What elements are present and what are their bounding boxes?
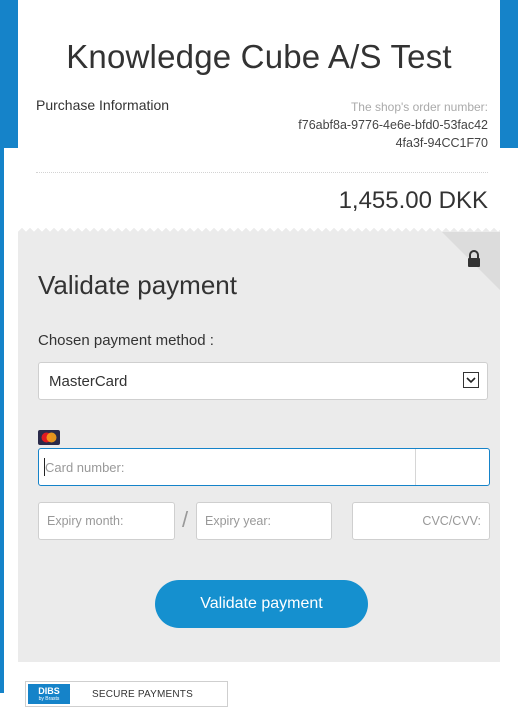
expiry-month-input[interactable]: Expiry month: bbox=[38, 502, 175, 540]
card-number-placeholder: Card number: bbox=[45, 460, 125, 475]
shop-title: Knowledge Cube A/S Test bbox=[66, 38, 452, 75]
dibs-logo-subtext: by Brasts bbox=[38, 696, 60, 702]
payment-method-label: Chosen payment method : bbox=[38, 332, 214, 349]
purchase-info-label: Purchase Information bbox=[36, 97, 170, 113]
card-number-divider bbox=[415, 449, 416, 485]
page-border bbox=[0, 148, 4, 693]
secure-payments-badge: DIBS by Brasts SECURE PAYMENTS bbox=[25, 681, 228, 707]
mastercard-icon bbox=[38, 430, 60, 445]
dibs-logo: DIBS by Brasts bbox=[28, 684, 70, 704]
order-summary-card: Knowledge Cube A/S Test Purchase Informa… bbox=[18, 0, 500, 232]
cvc-input[interactable]: CVC/CVV: bbox=[352, 502, 490, 540]
lock-icon bbox=[468, 250, 480, 267]
chevron-down-icon[interactable] bbox=[463, 372, 479, 388]
payment-method-select[interactable]: MasterCard bbox=[38, 362, 488, 400]
order-number-label: The shop's order number: bbox=[350, 100, 488, 114]
divider bbox=[36, 172, 488, 173]
section-title: Validate payment bbox=[38, 270, 237, 300]
secure-payments-label: SECURE PAYMENTS bbox=[92, 689, 193, 700]
order-number: f76abf8a-9776-4e6e-bfd0-53fac424fa3f-94C… bbox=[298, 118, 488, 150]
zigzag-edge bbox=[18, 226, 500, 234]
cvc-placeholder: CVC/CVV: bbox=[422, 514, 481, 528]
validate-payment-button[interactable]: Validate payment bbox=[155, 580, 368, 628]
selected-method: MasterCard bbox=[49, 373, 128, 390]
payment-form: Validate payment Chosen payment method :… bbox=[18, 226, 500, 662]
expiry-month-placeholder: Expiry month: bbox=[47, 514, 124, 528]
dibs-logo-text: DIBS bbox=[38, 686, 60, 696]
order-number-block: The shop's order number: f76abf8a-9776-4… bbox=[298, 98, 488, 152]
expiry-year-input[interactable]: Expiry year: bbox=[196, 502, 332, 540]
order-amount: 1,455.00 DKK bbox=[338, 187, 488, 214]
expiry-year-placeholder: Expiry year: bbox=[205, 514, 271, 528]
expiry-separator: / bbox=[182, 507, 189, 532]
card-number-input[interactable]: Card number: bbox=[38, 448, 490, 486]
